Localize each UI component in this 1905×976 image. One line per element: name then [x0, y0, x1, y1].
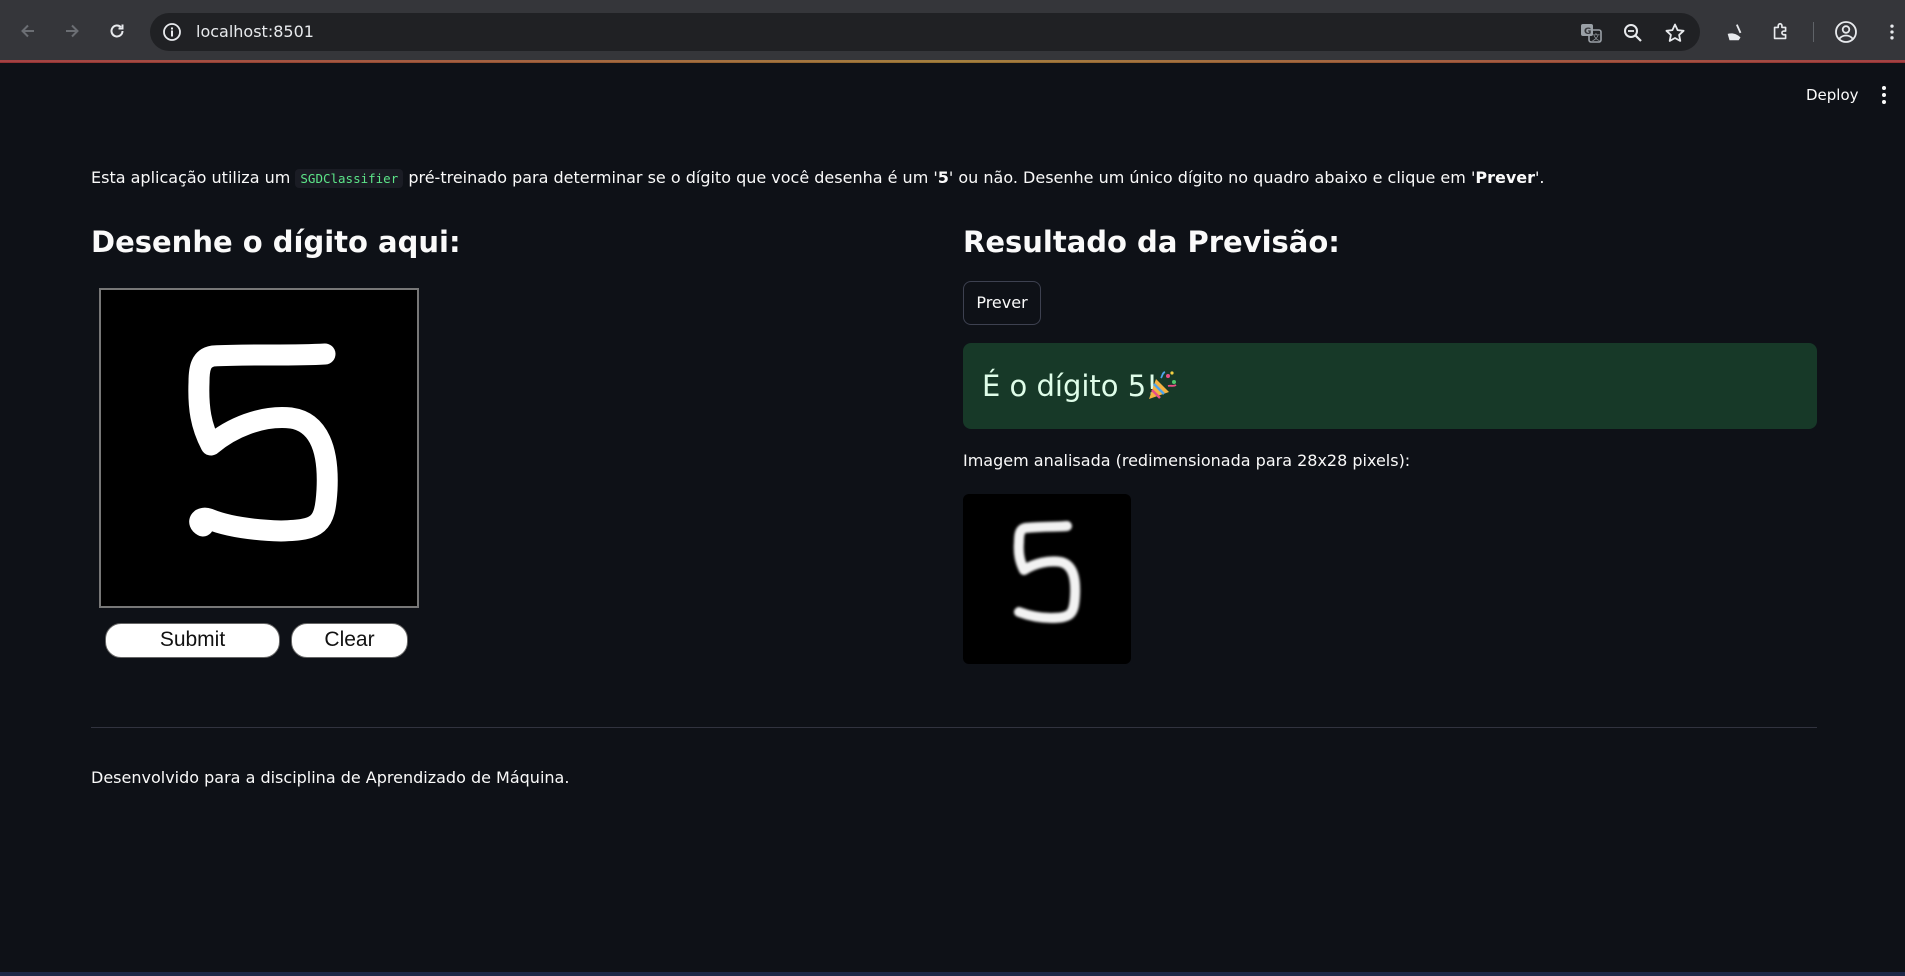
- toolbar-divider: [1813, 22, 1814, 42]
- success-alert: É o dígito 5!: [963, 343, 1817, 429]
- clear-button[interactable]: Clear: [291, 623, 408, 658]
- translate-icon[interactable]: G文: [1580, 22, 1602, 44]
- bottom-edge-bar: [0, 972, 1905, 976]
- clean-broom-icon[interactable]: [1723, 20, 1747, 44]
- extensions-puzzle-icon[interactable]: [1769, 20, 1793, 44]
- divider: [91, 727, 1817, 728]
- footer-text: Desenvolvido para a disciplina de Aprend…: [91, 768, 570, 787]
- main-menu-icon[interactable]: [1874, 84, 1894, 106]
- chrome-menu-icon[interactable]: [1880, 20, 1904, 44]
- deploy-button[interactable]: Deploy: [1806, 86, 1859, 104]
- svg-text:文: 文: [1592, 32, 1600, 42]
- result-heading: Resultado da Previsão:: [963, 225, 1340, 259]
- drawing-canvas[interactable]: [99, 288, 419, 608]
- back-arrow-icon[interactable]: [14, 17, 42, 45]
- classifier-code: SGDClassifier: [295, 169, 404, 188]
- site-info-icon[interactable]: [162, 22, 182, 42]
- result-text: É o dígito 5!: [982, 369, 1158, 403]
- party-popper-icon: [1146, 370, 1178, 402]
- zoom-icon[interactable]: [1622, 22, 1644, 44]
- reload-icon[interactable]: [103, 17, 131, 45]
- submit-button[interactable]: Submit: [105, 623, 280, 658]
- header-decoration-bar: [0, 60, 1905, 63]
- svg-text:G: G: [1584, 27, 1591, 37]
- forward-arrow-icon[interactable]: [58, 17, 86, 45]
- url-text[interactable]: localhost:8501: [196, 22, 314, 42]
- profile-icon[interactable]: [1834, 20, 1858, 44]
- predict-button[interactable]: Prever: [963, 281, 1041, 325]
- analyzed-image: [963, 494, 1131, 664]
- browser-toolbar: localhost:8501 G文: [0, 0, 1905, 63]
- intro-paragraph: Esta aplicação utiliza um SGDClassifier …: [91, 168, 1545, 188]
- bookmark-star-icon[interactable]: [1664, 22, 1686, 44]
- analyzed-image-caption: Imagem analisada (redimensionada para 28…: [963, 451, 1411, 470]
- draw-heading: Desenhe o dígito aqui:: [91, 225, 461, 259]
- address-bar[interactable]: localhost:8501 G文: [150, 13, 1700, 51]
